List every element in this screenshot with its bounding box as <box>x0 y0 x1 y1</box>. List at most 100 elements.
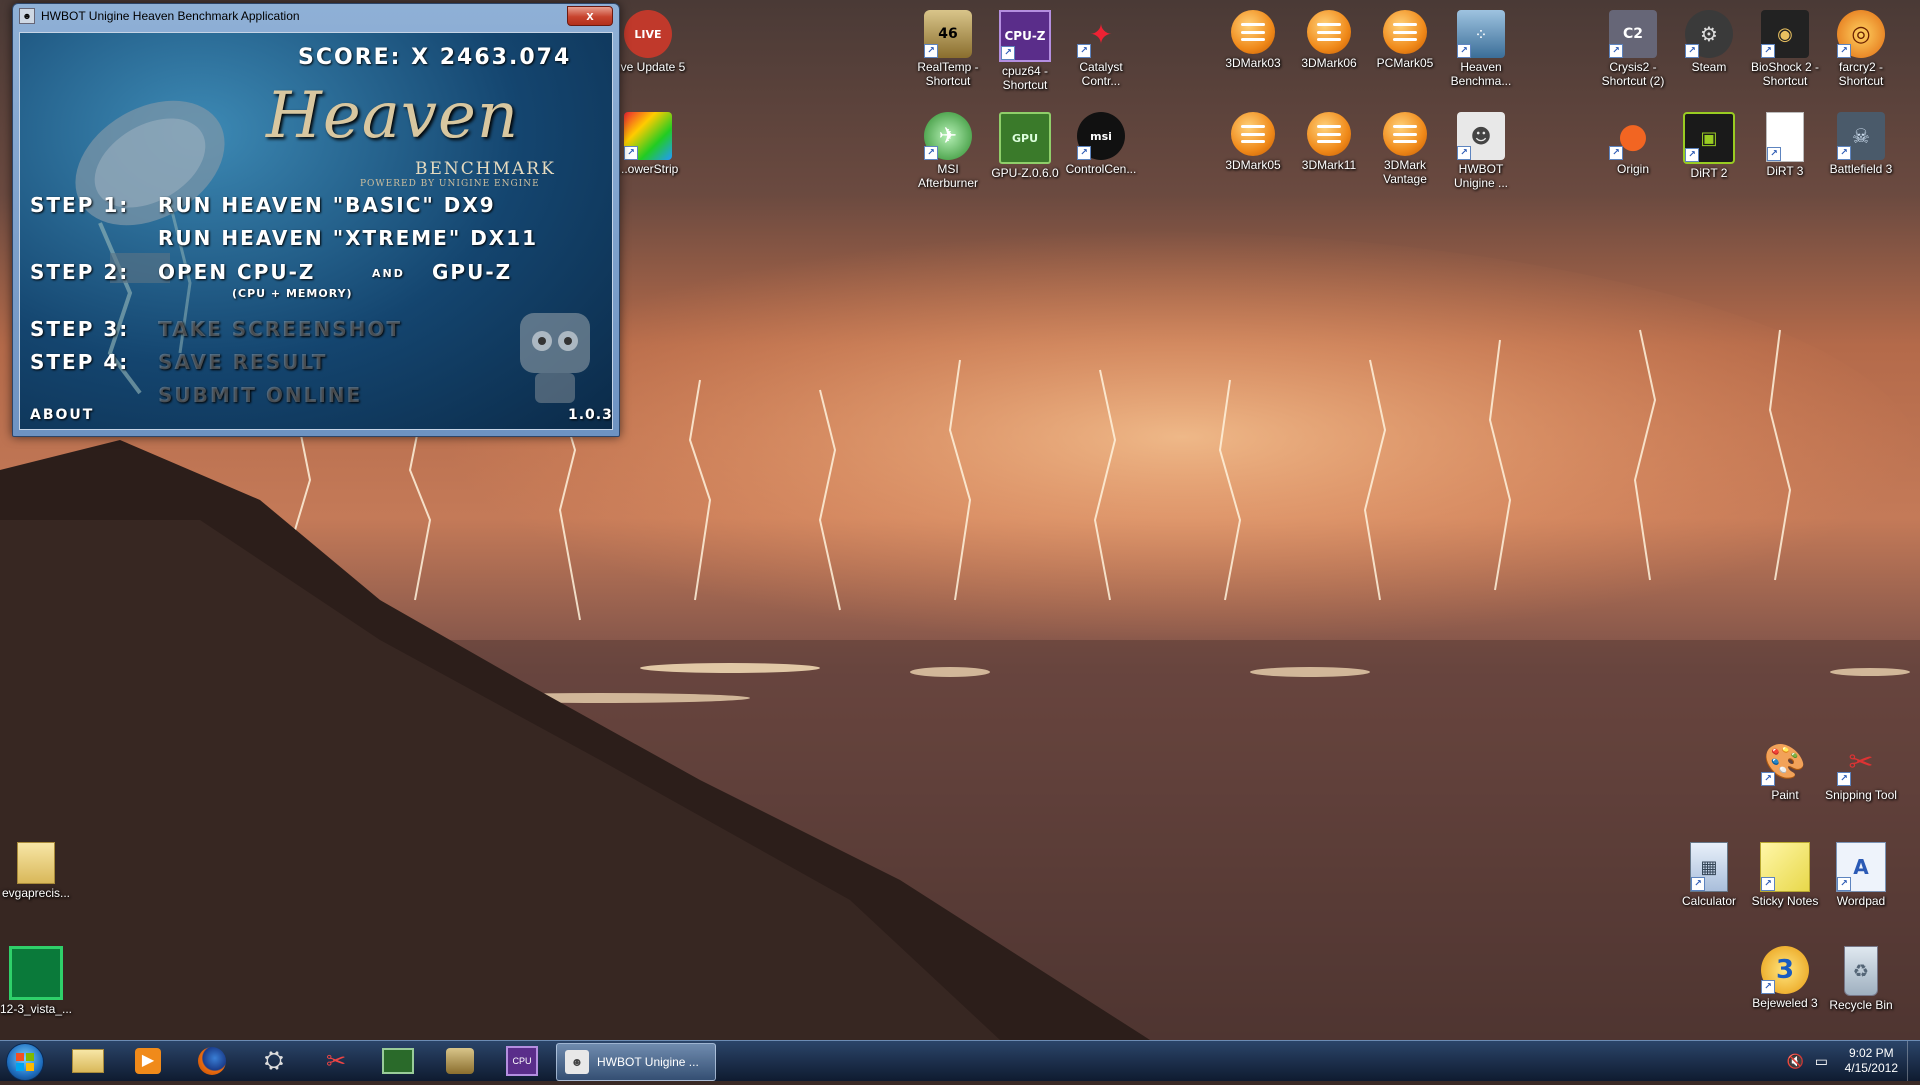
desktop-icon-3dmark-vantage[interactable]: 3DMark Vantage <box>1367 108 1443 186</box>
3dmark-icon <box>1307 112 1351 156</box>
heaven-logo: Heaven <box>266 79 520 153</box>
desktop-icon-3dmark11[interactable]: 3DMark11 <box>1291 108 1367 172</box>
desktop-icon-bejeweled3[interactable]: 3 ↗ Bejeweled 3 <box>1747 942 1823 1010</box>
snipping-icon: ✂ ↗ <box>1837 738 1885 786</box>
heaven-client-area: Heaven BENCHMARK POWERED BY UNIGINE ENGI… <box>19 32 613 430</box>
3dmark-icon <box>1231 10 1275 54</box>
desktop-icon-3dmark05[interactable]: 3DMark05 <box>1215 108 1291 172</box>
paint-icon: 🎨 ↗ <box>1761 738 1809 786</box>
monitor-icon <box>382 1048 414 1074</box>
take-screenshot-button[interactable]: TAKE SCREENSHOT <box>158 317 402 341</box>
desktop-icon-controlcenter[interactable]: msi ↗ ControlCen... <box>1063 108 1139 176</box>
desktop-icon-calculator[interactable]: ▦ ↗ Calculator <box>1671 838 1747 908</box>
sticky-notes-icon: ↗ <box>1760 842 1810 892</box>
hwbot-icon: ☻ ↗ <box>1457 112 1505 160</box>
thermometer-icon: 46 ↗ <box>924 10 972 58</box>
gpuz-icon: GPU <box>999 112 1051 164</box>
desktop-icon-snipping[interactable]: ✂ ↗ Snipping Tool <box>1823 734 1899 803</box>
battlefield-icon: ☠ ↗ <box>1837 112 1885 160</box>
desktop-icon-recycle-bin[interactable]: ♻ Recycle Bin <box>1823 942 1899 1012</box>
bioshock-icon: ◉ ↗ <box>1761 10 1809 58</box>
desktop-icon-battlefield3[interactable]: ☠ ↗ Battlefield 3 <box>1823 108 1899 176</box>
file-icon: ↗ <box>1766 112 1804 162</box>
version-label: 1.0.3 <box>568 407 613 423</box>
msi-icon: msi ↗ <box>1077 112 1125 160</box>
window-titlebar[interactable]: ☻ HWBOT Unigine Heaven Benchmark Applica… <box>13 4 619 28</box>
cpuz-icon: CPU <box>506 1046 538 1076</box>
heaven-benchmark-window: ☻ HWBOT Unigine Heaven Benchmark Applica… <box>12 3 620 437</box>
taskbar-monitor[interactable] <box>372 1044 424 1078</box>
system-clock[interactable]: 9:02 PM 4/15/2012 <box>1845 1046 1898 1076</box>
taskbar: ▶ ⛭ ✂ CPU ☻ HWBOT Unigine ... 🔇 ▭ 9:02 P… <box>0 1040 1920 1081</box>
snipping-icon: ✂ <box>325 1047 347 1075</box>
volume-muted-icon[interactable]: 🔇 <box>1787 1053 1804 1070</box>
clock-time: 9:02 PM <box>1848 1046 1894 1060</box>
about-button[interactable]: ABOUT <box>30 407 94 423</box>
submit-online-button[interactable]: SUBMIT ONLINE <box>158 383 362 407</box>
powerstrip-icon: ↗ <box>624 112 672 160</box>
desktop-icon-live-update[interactable]: LIVE ...ve Update 5 <box>610 6 686 74</box>
desktop-icon-evga[interactable]: evgaprecis... <box>0 838 74 900</box>
dirt-icon: ▣ ↗ <box>1683 112 1735 164</box>
amd-icon <box>9 946 63 1000</box>
desktop-icon-dirt3[interactable]: ↗ DiRT 3 <box>1747 108 1823 178</box>
desktop-icon-powerstrip[interactable]: ↗ ...owerStrip <box>610 108 686 176</box>
desktop-icon-dirt2[interactable]: ▣ ↗ DiRT 2 <box>1671 108 1747 180</box>
save-result-button[interactable]: SAVE RESULT <box>158 350 327 374</box>
farcry-icon: ◎ ↗ <box>1837 10 1885 58</box>
taskbar-hwbot-unigine[interactable]: ☻ HWBOT Unigine ... <box>556 1043 716 1081</box>
taskbar-explorer[interactable] <box>62 1044 114 1078</box>
desktop-icon-bioshock2[interactable]: ◉ ↗ BioShock 2 - Shortcut <box>1747 6 1823 88</box>
desktop-icon-paint[interactable]: 🎨 ↗ Paint <box>1747 734 1823 802</box>
open-cpuz-button[interactable]: OPEN CPU-Z <box>158 260 315 284</box>
taskbar-hardware[interactable]: ⛭ <box>248 1044 300 1078</box>
desktop-icon-msi-afterburner[interactable]: ✈ ↗ MSI Afterburner <box>910 108 986 190</box>
desktop-icon-realtemp[interactable]: 46 ↗ RealTemp - Shortcut <box>910 6 986 88</box>
desktop-icon-origin[interactable]: ● ↗ Origin <box>1595 108 1671 176</box>
heaven-logo-subtitle: BENCHMARK <box>415 159 556 179</box>
desktop-icon-farcry2[interactable]: ◎ ↗ farcry2 - Shortcut <box>1823 6 1899 88</box>
hardware-icon: ⛭ <box>264 1047 284 1074</box>
window-title: HWBOT Unigine Heaven Benchmark Applicati… <box>41 9 300 23</box>
recycle-bin-icon: ♻ <box>1844 946 1878 996</box>
bejeweled-icon: 3 ↗ <box>1761 946 1809 994</box>
score-display: SCORE: X 2463.074 <box>298 45 572 70</box>
step4-label: STEP 4: <box>30 350 130 374</box>
desktop-icon-pcmark05[interactable]: PCMark05 <box>1367 6 1443 70</box>
desktop-icon-amd-driver[interactable]: 12-3_vista_... <box>0 942 74 1016</box>
windows-logo-icon <box>16 1053 34 1071</box>
network-icon[interactable]: ▭ <box>1815 1053 1828 1070</box>
start-button[interactable] <box>6 1043 44 1081</box>
close-button[interactable]: x <box>567 6 613 26</box>
crysis-icon: C2 ↗ <box>1609 10 1657 58</box>
desktop-icon-catalyst[interactable]: ✦ ↗ Catalyst Contr... <box>1063 6 1139 88</box>
step1-label: STEP 1: <box>30 193 130 217</box>
desktop-icon-3dmark03[interactable]: 3DMark03 <box>1215 6 1291 70</box>
hwbot-icon: ☻ <box>565 1050 589 1074</box>
desktop-icon-cpuz[interactable]: CPU-Z ↗ cpuz64 - Shortcut <box>987 6 1063 92</box>
steam-icon: ⚙ ↗ <box>1685 10 1733 58</box>
taskbar-firefox[interactable] <box>186 1044 238 1078</box>
run-basic-dx9-button[interactable]: RUN HEAVEN "BASIC" DX9 <box>158 193 496 217</box>
desktop-icon-hwbot-unigine[interactable]: ☻ ↗ HWBOT Unigine ... <box>1443 108 1519 190</box>
robot-mascot <box>520 313 590 403</box>
taskbar-cpuz[interactable]: CPU <box>496 1044 548 1078</box>
explorer-icon <box>72 1049 104 1073</box>
desktop-icon-heaven[interactable]: ⁘ ↗ Heaven Benchma... <box>1443 6 1519 88</box>
powered-by-label: POWERED BY UNIGINE ENGINE <box>360 179 540 189</box>
desktop-icon-wordpad[interactable]: A ↗ Wordpad <box>1823 838 1899 908</box>
desktop-icon-crysis2[interactable]: C2 ↗ Crysis2 - Shortcut (2) <box>1595 6 1671 88</box>
taskbar-snipping[interactable]: ✂ <box>310 1044 362 1078</box>
desktop-icon-3dmark06[interactable]: 3DMark06 <box>1291 6 1367 70</box>
run-xtreme-dx11-button[interactable]: RUN HEAVEN "XTREME" DX11 <box>158 226 538 250</box>
clock-date: 4/15/2012 <box>1844 1061 1898 1075</box>
step2-label: STEP 2: <box>30 260 130 284</box>
media-player-icon: ▶ <box>135 1048 161 1074</box>
open-gpuz-button[interactable]: GPU-Z <box>432 260 512 284</box>
taskbar-media-player[interactable]: ▶ <box>122 1044 174 1078</box>
show-desktop-button[interactable] <box>1907 1041 1920 1081</box>
desktop-icon-gpuz[interactable]: GPU GPU-Z.0.6.0 <box>987 108 1063 180</box>
desktop-icon-steam[interactable]: ⚙ ↗ Steam <box>1671 6 1747 74</box>
taskbar-realtemp[interactable] <box>434 1044 486 1078</box>
desktop-icon-sticky[interactable]: ↗ Sticky Notes <box>1747 838 1823 908</box>
